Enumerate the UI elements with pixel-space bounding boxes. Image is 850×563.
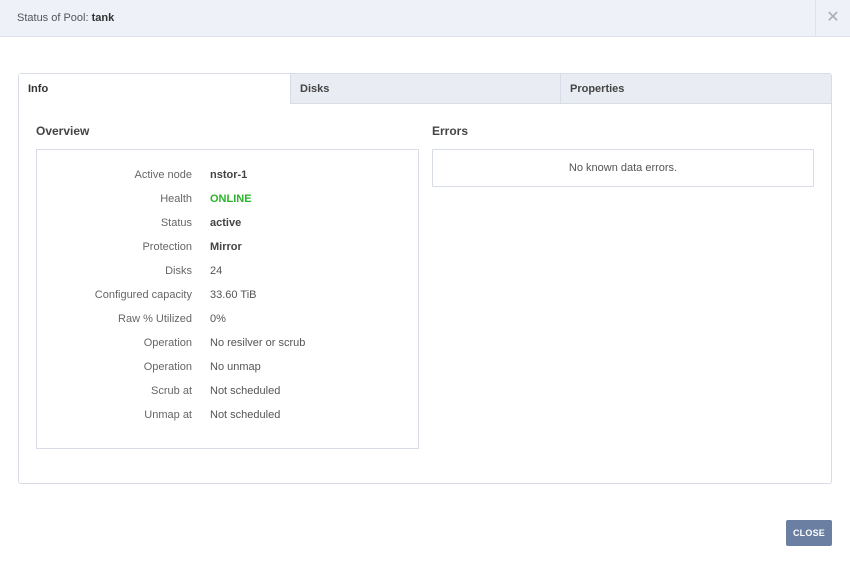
row-value: No unmap [210, 361, 261, 373]
overview-row: Raw % Utilized 0% [37, 313, 418, 327]
dialog-title: Status of Pool: tank [17, 12, 114, 24]
overview-row: Protection Mirror [37, 241, 418, 255]
overview-title: Overview [36, 124, 90, 138]
row-value: No resilver or scrub [210, 337, 306, 349]
tabs-panel: Info Disks Properties Overview Errors Ac… [18, 73, 832, 484]
row-value: nstor-1 [210, 169, 248, 181]
row-label: Operation [143, 361, 192, 373]
row-label: Raw % Utilized [118, 313, 192, 325]
row-label: Scrub at [151, 385, 192, 397]
row-value: 0% [210, 313, 226, 325]
row-label: Protection [142, 241, 192, 253]
row-value: 24 [210, 265, 223, 277]
row-label: Operation [143, 337, 192, 349]
row-label: Unmap at [144, 409, 192, 421]
row-value: active [210, 217, 242, 229]
row-label: Health [160, 193, 192, 205]
close-button[interactable]: CLOSE [786, 520, 832, 546]
row-value: Not scheduled [210, 409, 281, 421]
overview-row: Status active [37, 217, 418, 231]
close-icon[interactable]: ✕ [815, 0, 850, 37]
errors-message: No known data errors. [568, 162, 678, 174]
row-label: Configured capacity [94, 289, 192, 301]
pool-status-dialog: Status of Pool: tank ✕ Info Disks Proper… [0, 0, 850, 563]
errors-box: No known data errors. [432, 149, 814, 187]
overview-box: Active node nstor-1 Health ONLINE Status… [36, 149, 419, 449]
overview-row: Disks 24 [37, 265, 418, 279]
overview-row: Unmap at Not scheduled [37, 409, 418, 423]
row-label: Active node [134, 169, 192, 181]
overview-row: Active node nstor-1 [37, 169, 418, 183]
pool-name: tank [91, 12, 115, 24]
title-prefix: Status of Pool: [17, 12, 92, 24]
row-value: 33.60 TiB [210, 289, 257, 301]
overview-row: Operation No resilver or scrub [37, 337, 418, 351]
dialog-header: Status of Pool: tank ✕ [0, 0, 850, 37]
health-status-value: ONLINE [210, 193, 252, 205]
row-value: Mirror [210, 241, 242, 253]
overview-row: Configured capacity 33.60 TiB [37, 289, 418, 303]
row-label: Disks [165, 265, 192, 277]
errors-title: Errors [432, 124, 469, 138]
overview-row: Operation No unmap [37, 361, 418, 375]
row-label: Status [160, 217, 192, 229]
tab-bar: Info Disks Properties [19, 74, 831, 104]
overview-row: Scrub at Not scheduled [37, 385, 418, 399]
tab-properties[interactable]: Properties [560, 74, 831, 104]
overview-row: Health ONLINE [37, 193, 418, 207]
row-value: Not scheduled [210, 385, 281, 397]
tab-info[interactable]: Info [19, 74, 290, 104]
tab-disks[interactable]: Disks [290, 74, 560, 104]
